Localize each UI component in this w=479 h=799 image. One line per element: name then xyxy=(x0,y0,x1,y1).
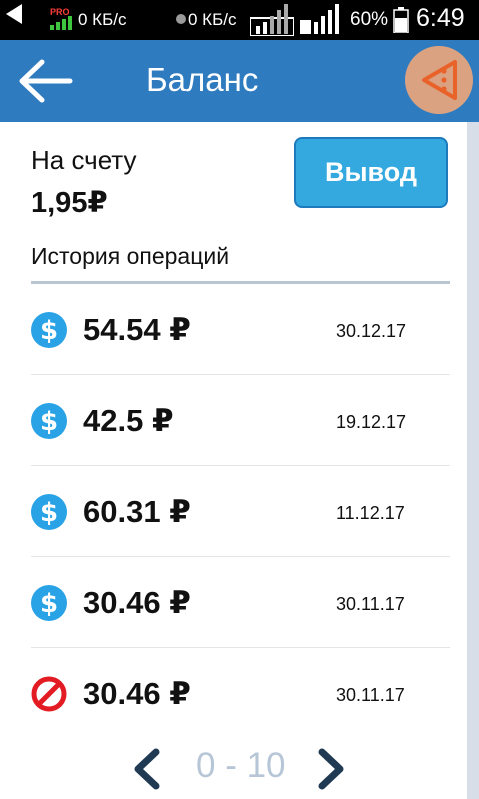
operation-amount: 60.31 ₽ xyxy=(83,494,191,529)
chevron-left-icon xyxy=(134,748,160,790)
balance-label: На счету xyxy=(31,145,137,175)
operation-row[interactable]: $ 30.46 ₽ 30.11.17 xyxy=(0,557,450,648)
svg-text:$: $ xyxy=(40,407,58,437)
headset-icon xyxy=(176,14,186,24)
operation-date: 30.11.17 xyxy=(336,685,405,705)
svg-text:$: $ xyxy=(40,589,58,619)
operation-row[interactable]: $ 54.54 ₽ 30.12.17 xyxy=(0,284,450,375)
upload-speed: 0 КБ/с xyxy=(188,10,237,29)
menu-button[interactable] xyxy=(405,46,473,114)
battery-percent: 60% xyxy=(350,9,389,30)
app-bar: Баланс xyxy=(0,40,479,122)
dollar-icon: $ xyxy=(31,312,67,348)
dollar-icon: $ xyxy=(31,403,67,439)
operation-amount: 42.5 ₽ xyxy=(83,403,174,438)
chevron-right-icon xyxy=(318,748,344,790)
sim2-signal-icon xyxy=(300,4,339,34)
back-button[interactable] xyxy=(16,58,74,104)
operation-date: 19.12.17 xyxy=(336,412,407,432)
operation-row[interactable]: $ 60.31 ₽ 11.12.17 xyxy=(0,466,450,557)
operation-date: 30.11.17 xyxy=(336,594,405,614)
nav-back-triangle-icon xyxy=(6,4,22,24)
battery-icon xyxy=(393,7,409,33)
svg-text:$: $ xyxy=(40,316,58,346)
scrollbar[interactable] xyxy=(467,122,479,799)
clock: 6:49 xyxy=(416,4,465,32)
operation-amount: 30.46 ₽ xyxy=(83,585,191,620)
operation-amount: 30.46 ₽ xyxy=(83,676,191,711)
withdraw-button[interactable]: Вывод xyxy=(294,137,448,208)
previous-page-button[interactable] xyxy=(130,748,164,790)
history-title: История операций xyxy=(31,243,230,269)
status-bar: PRO 0 КБ/с 0 КБ/с 60% 6:49 xyxy=(0,0,479,40)
dollar-icon: $ xyxy=(31,585,67,621)
operations-list: $ 54.54 ₽ 30.12.17 $ 42.5 ₽ 19.12.17 $ 6… xyxy=(0,284,450,739)
page-title: Баланс xyxy=(146,61,259,98)
arrow-left-icon xyxy=(19,59,73,103)
page-range: 0 - 10 xyxy=(196,746,286,785)
operation-amount: 54.54 ₽ xyxy=(83,312,191,347)
download-speed: 0 КБ/с xyxy=(78,10,127,29)
balance-amount: 1,95₽ xyxy=(31,187,108,219)
blocked-icon xyxy=(31,676,67,712)
next-page-button[interactable] xyxy=(314,748,348,790)
svg-text:$: $ xyxy=(40,498,58,528)
operation-row[interactable]: $ 42.5 ₽ 19.12.17 xyxy=(0,375,450,466)
dollar-icon: $ xyxy=(31,494,67,530)
share-menu-icon xyxy=(422,60,457,100)
traffic-bars-icon xyxy=(50,16,72,30)
operation-date: 30.12.17 xyxy=(336,321,407,341)
sim1-signal-icon xyxy=(250,4,294,36)
operation-row[interactable]: 30.46 ₽ 30.11.17 xyxy=(0,648,450,739)
operation-date: 11.12.17 xyxy=(336,503,405,523)
